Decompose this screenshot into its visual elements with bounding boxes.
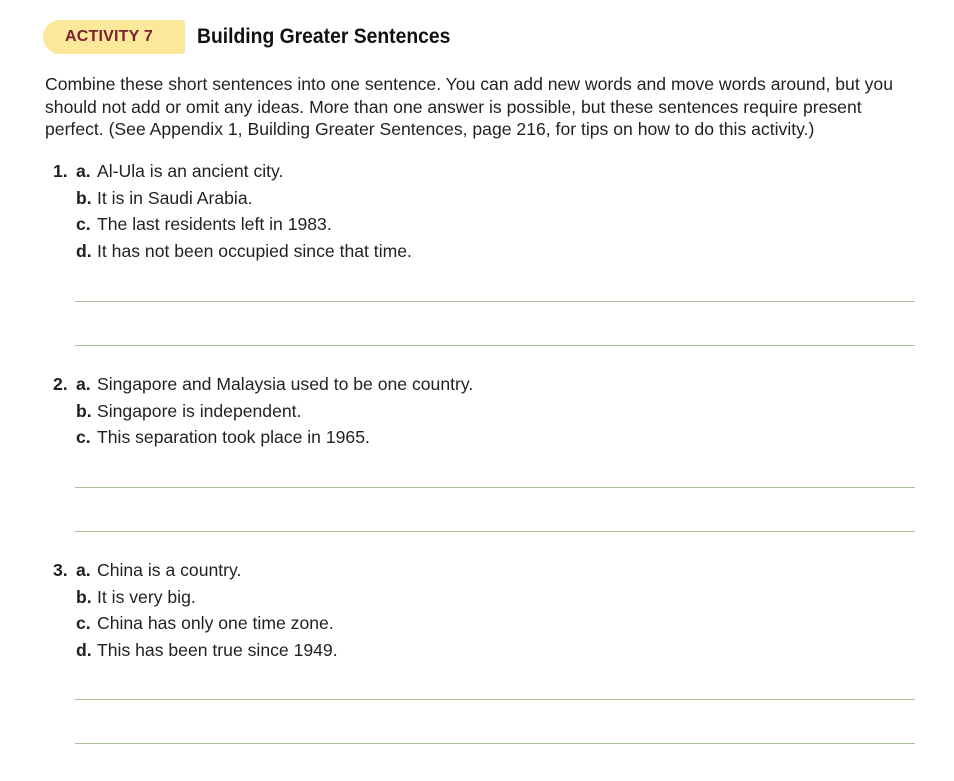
item-sentence: Singapore and Malaysia used to be one co… (97, 374, 474, 394)
item-sentence: It has not been occupied since that time… (97, 240, 412, 261)
sentence-row: c. The last residents left in 1983. (53, 211, 915, 238)
item-letter: a. (76, 374, 91, 394)
sentence-row: b. It is in Saudi Arabia. (53, 185, 915, 212)
answer-line-1[interactable] (75, 699, 915, 700)
instructions-paragraph: Combine these short sentences into one s… (45, 74, 893, 140)
activity-title: Building Greater Sentences (197, 25, 451, 48)
item-letter: a. (76, 560, 91, 580)
item-letter: c. (76, 427, 91, 447)
sentence-row: d. It has not been occupied since that t… (53, 238, 915, 265)
sentence-row: 3. a. China is a country. (53, 557, 915, 584)
answer-line-1[interactable] (75, 487, 915, 488)
item-sentence: This separation took place in 1965. (97, 427, 370, 447)
item-sentence: Al-Ula is an ancient city. (97, 161, 284, 181)
item-sentence: China has only one time zone. (97, 613, 334, 633)
item-letter: d. (76, 240, 92, 261)
item-letter: b. (76, 586, 92, 607)
answer-line-2[interactable] (75, 345, 915, 346)
exercise-number: 2. (53, 374, 68, 394)
sentence-row: c. China has only one time zone. (53, 610, 915, 637)
exercise-number: 3. (53, 560, 68, 580)
item-letter: c. (76, 613, 91, 633)
answer-line-2[interactable] (75, 531, 915, 532)
item-letter: b. (76, 400, 92, 421)
exercise-3: 3. a. China is a country. b. It is very … (53, 557, 915, 744)
sentence-row: c. This separation took place in 1965. (53, 424, 915, 451)
sentence-row: b. Singapore is independent. (53, 398, 915, 425)
activity-badge: ACTIVITY 7 (43, 20, 185, 54)
sentence-row: b. It is very big. (53, 584, 915, 611)
item-letter: a. (76, 161, 91, 181)
exercise-number: 1. (53, 161, 68, 181)
item-sentence: It is very big. (97, 586, 196, 607)
item-letter: d. (76, 639, 92, 660)
item-sentence: It is in Saudi Arabia. (97, 187, 253, 208)
sentence-row: 1. a. Al-Ula is an ancient city. (53, 158, 915, 185)
item-sentence: This has been true since 1949. (97, 639, 338, 660)
exercise-2: 2. a. Singapore and Malaysia used to be … (53, 371, 915, 532)
item-letter: b. (76, 187, 92, 208)
item-letter: c. (76, 214, 91, 234)
sentence-row: 2. a. Singapore and Malaysia used to be … (53, 371, 915, 398)
answer-line-1[interactable] (75, 301, 915, 302)
item-sentence: Singapore is independent. (97, 400, 302, 421)
sentence-row: d. This has been true since 1949. (53, 637, 915, 664)
item-sentence: China is a country. (97, 560, 242, 580)
answer-line-2[interactable] (75, 743, 915, 744)
item-sentence: The last residents left in 1983. (97, 214, 332, 234)
activity-header: ACTIVITY 7 Building Greater Sentences (43, 20, 472, 54)
exercise-1: 1. a. Al-Ula is an ancient city. b. It i… (53, 158, 915, 346)
